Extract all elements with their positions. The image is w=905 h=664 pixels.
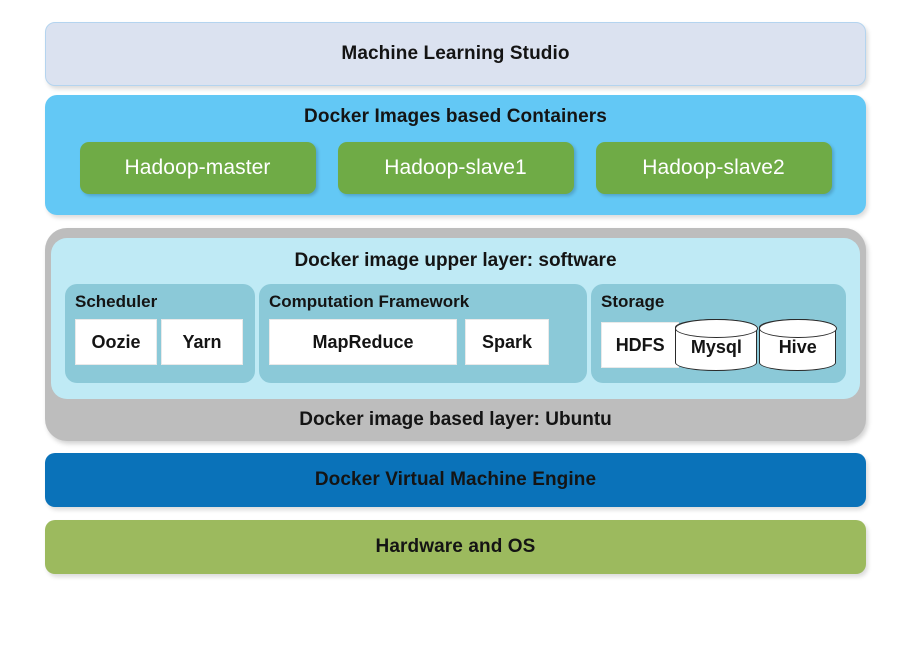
hardware-and-os-label: Hardware and OS (375, 536, 536, 557)
container-node-hadoop-slave1[interactable]: Hadoop-slave1 (337, 142, 574, 194)
layer-machine-learning-studio: Machine Learning Studio (45, 22, 866, 86)
container-node-label: Hadoop-master (124, 156, 271, 179)
software-item-hdfs[interactable]: HDFS (601, 322, 680, 368)
group-storage-title: Storage (601, 292, 665, 311)
group-scheduler-title: Scheduler (75, 292, 158, 311)
container-node-hadoop-slave2[interactable]: Hadoop-slave2 (595, 142, 832, 194)
software-item-yarn[interactable]: Yarn (161, 319, 243, 365)
layer-docker-image-upper-software: Docker image upper layer: software Sched… (51, 238, 860, 399)
software-item-label: MapReduce (312, 331, 414, 352)
software-item-label: Hive (778, 337, 817, 357)
group-storage-items: HDFS Mysql Hive (601, 318, 837, 371)
software-item-label: Spark (481, 331, 533, 352)
database-cylinder-mysql[interactable]: Mysql (674, 318, 758, 371)
software-item-label: Mysql (690, 337, 742, 357)
software-item-label: Yarn (182, 331, 222, 352)
software-item-spark[interactable]: Spark (465, 319, 549, 365)
docker-containers-title: Docker Images based Containers (304, 106, 607, 127)
layer-docker-image-base-ubuntu: Docker image upper layer: software Sched… (45, 228, 866, 441)
group-computation-framework: Computation Framework MapReduce Spark (259, 284, 587, 383)
group-computation-framework-items: MapReduce Spark (269, 319, 577, 365)
database-cylinder-hive[interactable]: Hive (758, 318, 837, 371)
container-node-row: Hadoop-master Hadoop-slave1 Hadoop-slave… (79, 142, 832, 194)
software-item-label: HDFS (615, 334, 665, 355)
layer-docker-virtual-machine-engine: Docker Virtual Machine Engine (45, 453, 866, 507)
upper-layer-title: Docker image upper layer: software (294, 250, 617, 271)
software-item-oozie[interactable]: Oozie (75, 319, 157, 365)
software-item-mapreduce[interactable]: MapReduce (269, 319, 457, 365)
layer-docker-containers: Docker Images based Containers Hadoop-ma… (45, 95, 866, 215)
container-node-hadoop-master[interactable]: Hadoop-master (79, 142, 316, 194)
layer-hardware-and-os: Hardware and OS (45, 520, 866, 574)
software-item-label: Oozie (91, 331, 141, 352)
container-node-label: Hadoop-slave2 (642, 156, 785, 179)
group-computation-framework-title: Computation Framework (269, 292, 470, 311)
architecture-stack: Machine Learning Studio Docker Images ba… (45, 22, 866, 574)
group-scheduler: Scheduler Oozie Yarn (65, 284, 255, 383)
container-node-label: Hadoop-slave1 (384, 156, 527, 179)
group-scheduler-items: Oozie Yarn (75, 319, 245, 365)
base-layer-ubuntu-label: Docker image based layer: Ubuntu (299, 409, 612, 430)
software-group-row: Scheduler Oozie Yarn Computation Framewo… (65, 284, 846, 383)
machine-learning-studio-label: Machine Learning Studio (341, 43, 570, 64)
vm-engine-label: Docker Virtual Machine Engine (314, 469, 597, 490)
group-storage: Storage HDFS Mysql Hive (591, 284, 846, 383)
